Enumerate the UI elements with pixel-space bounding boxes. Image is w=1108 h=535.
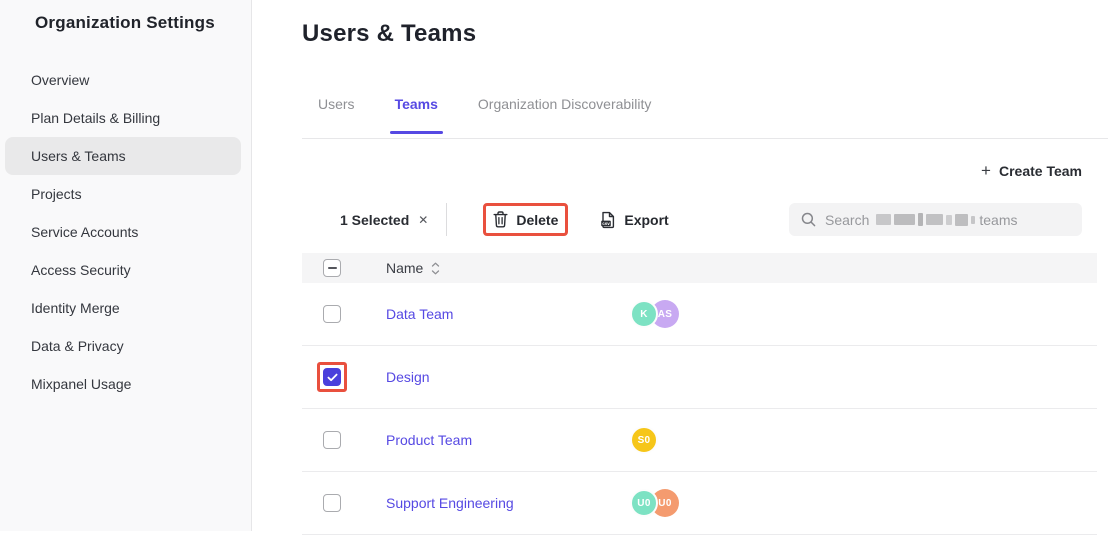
toolbar-divider xyxy=(446,203,447,236)
csv-file-icon: csv xyxy=(600,211,616,229)
team-name-cell: Product Team xyxy=(386,432,630,448)
selection-count: 1 Selected ✕ xyxy=(340,212,428,228)
tab-organization-discoverability[interactable]: Organization Discoverability xyxy=(473,88,657,138)
header-checkbox-cell xyxy=(302,259,386,277)
checkbox-annotation-highlight xyxy=(317,362,347,392)
sidebar-item-overview[interactable]: Overview xyxy=(0,61,251,99)
row-checkbox-cell xyxy=(302,305,386,323)
row-checkbox-cell xyxy=(302,431,386,449)
sidebar: Organization Settings Overview Plan Deta… xyxy=(0,0,252,531)
sidebar-item-data-privacy[interactable]: Data & Privacy xyxy=(0,327,251,365)
table-row: Data Team K AS xyxy=(302,283,1097,346)
create-team-label: Create Team xyxy=(999,163,1082,179)
sidebar-title: Organization Settings xyxy=(0,0,251,33)
tab-users[interactable]: Users xyxy=(313,88,360,138)
sidebar-nav: Overview Plan Details & Billing Users & … xyxy=(0,61,251,403)
search-placeholder-prefix: Search xyxy=(825,212,869,228)
export-button[interactable]: csv Export xyxy=(598,208,670,232)
team-name-link[interactable]: Design xyxy=(386,369,430,385)
table-row: Product Team S0 xyxy=(302,409,1097,472)
team-name-link[interactable]: Product Team xyxy=(386,432,472,448)
row-checkbox-cell xyxy=(302,362,386,392)
name-column-header[interactable]: Name xyxy=(386,260,630,276)
search-placeholder: Search teams xyxy=(825,212,1017,228)
svg-text:csv: csv xyxy=(603,221,611,226)
teams-table: Name Data Team K AS xyxy=(302,253,1097,535)
redacted-block xyxy=(955,214,968,226)
avatar: U0 xyxy=(630,489,658,517)
delete-button[interactable]: Delete xyxy=(491,208,560,231)
row-checkbox[interactable] xyxy=(323,305,341,323)
tab-strip: Users Teams Organization Discoverability xyxy=(302,88,1108,139)
main-content: Users & Teams Users Teams Organization D… xyxy=(253,0,1108,531)
export-label: Export xyxy=(624,212,668,228)
sidebar-item-projects[interactable]: Projects xyxy=(0,175,251,213)
indeterminate-dash-icon xyxy=(328,267,337,269)
search-placeholder-suffix: teams xyxy=(979,212,1017,228)
redacted-block xyxy=(971,216,975,224)
select-all-checkbox[interactable] xyxy=(323,259,341,277)
sidebar-item-plan-details-billing[interactable]: Plan Details & Billing xyxy=(0,99,251,137)
selection-toolbar: 1 Selected ✕ Delete xyxy=(302,202,1082,237)
row-checkbox[interactable] xyxy=(323,368,341,386)
clear-selection-icon[interactable]: ✕ xyxy=(418,213,428,227)
team-members-avatars: U0 U0 xyxy=(630,489,679,517)
trash-icon xyxy=(493,211,508,228)
search-icon xyxy=(801,212,816,227)
redacted-block xyxy=(918,213,923,226)
avatar: K xyxy=(630,300,658,328)
table-row: Support Engineering U0 U0 xyxy=(302,472,1097,535)
delete-label: Delete xyxy=(516,212,558,228)
plus-icon: + xyxy=(981,162,991,179)
redacted-block xyxy=(876,214,891,225)
sidebar-item-identity-merge[interactable]: Identity Merge xyxy=(0,289,251,327)
avatar: S0 xyxy=(630,426,658,454)
search-redacted-text xyxy=(876,213,975,226)
create-team-button[interactable]: + Create Team xyxy=(981,162,1082,179)
row-checkbox[interactable] xyxy=(323,431,341,449)
page-title: Users & Teams xyxy=(302,20,476,48)
sidebar-item-users-teams[interactable]: Users & Teams xyxy=(5,137,241,175)
sidebar-item-access-security[interactable]: Access Security xyxy=(0,251,251,289)
search-input[interactable]: Search teams xyxy=(789,203,1082,236)
row-checkbox-cell xyxy=(302,494,386,512)
table-header-row: Name xyxy=(302,253,1097,283)
selection-count-label: 1 Selected xyxy=(340,212,409,228)
name-column-label: Name xyxy=(386,260,423,276)
sidebar-item-mixpanel-usage[interactable]: Mixpanel Usage xyxy=(0,365,251,403)
tab-teams[interactable]: Teams xyxy=(390,88,443,138)
delete-annotation-highlight: Delete xyxy=(483,203,568,236)
sort-icon[interactable] xyxy=(431,262,440,275)
table-row: Design xyxy=(302,346,1097,409)
checkmark-icon xyxy=(327,373,338,382)
row-checkbox[interactable] xyxy=(323,494,341,512)
team-members-avatars: S0 xyxy=(630,426,658,454)
team-name-cell: Design xyxy=(386,369,630,385)
redacted-block xyxy=(894,214,915,225)
team-name-cell: Data Team xyxy=(386,306,630,322)
team-members-avatars: K AS xyxy=(630,300,679,328)
team-name-link[interactable]: Support Engineering xyxy=(386,495,514,511)
redacted-block xyxy=(926,214,943,225)
redacted-block xyxy=(946,215,952,225)
team-name-link[interactable]: Data Team xyxy=(386,306,453,322)
sidebar-item-service-accounts[interactable]: Service Accounts xyxy=(0,213,251,251)
team-name-cell: Support Engineering xyxy=(386,495,630,511)
